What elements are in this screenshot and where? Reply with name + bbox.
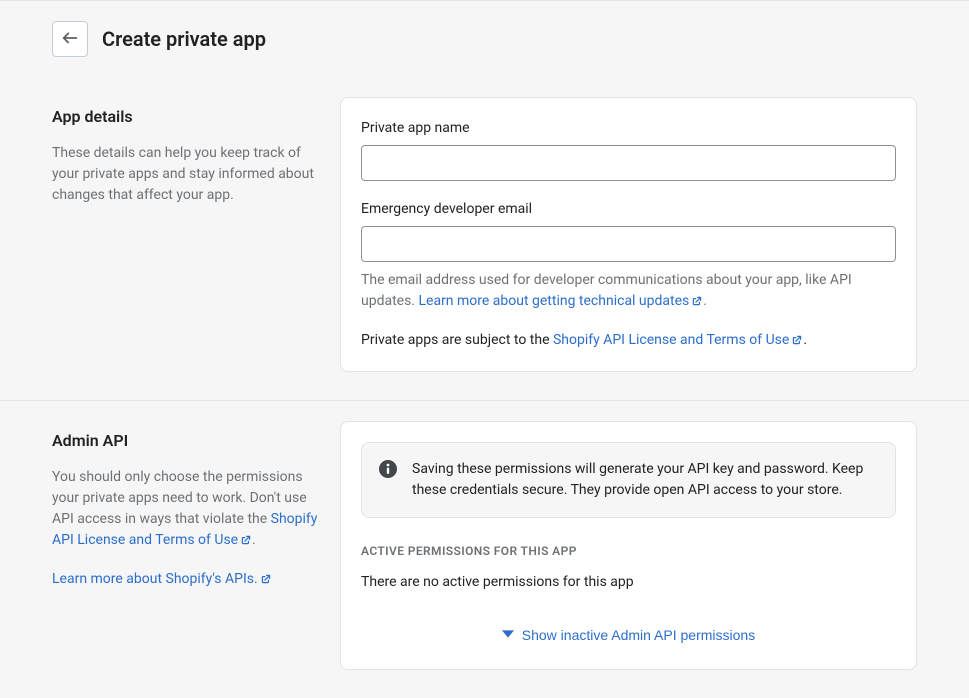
no-permissions-text: There are no active permissions for this…: [361, 572, 896, 593]
info-banner: Saving these permissions will generate y…: [361, 442, 896, 518]
label-developer-email: Emergency developer email: [361, 199, 896, 220]
section-description-app-details: These details can help you keep track of…: [52, 143, 320, 206]
card-admin-api: Saving these permissions will generate y…: [340, 421, 917, 670]
label-app-name: Private app name: [361, 118, 896, 139]
caret-down-icon: [502, 627, 514, 643]
active-permissions-heading: Active permissions for this app: [361, 542, 896, 560]
legal-link[interactable]: Shopify API License and Terms of Use: [553, 332, 803, 348]
external-link-icon: [240, 530, 252, 542]
learn-more-updates-link[interactable]: Learn more about getting technical updat…: [418, 293, 703, 309]
show-inactive-permissions-button[interactable]: Show inactive Admin API permissions: [361, 621, 896, 649]
section-heading-app-details: App details: [52, 105, 320, 129]
learn-more-apis-link[interactable]: Learn more about Shopify's APIs.: [52, 571, 272, 587]
external-link-icon: [691, 291, 703, 303]
section-heading-admin-api: Admin API: [52, 429, 320, 453]
info-icon: [378, 459, 398, 479]
app-name-input[interactable]: [361, 145, 896, 181]
external-link-icon: [791, 330, 803, 342]
email-help-text: The email address used for developer com…: [361, 270, 896, 312]
banner-text: Saving these permissions will generate y…: [412, 459, 879, 501]
page-title: Create private app: [102, 24, 266, 54]
arrow-left-icon: [61, 29, 79, 50]
back-button[interactable]: [52, 21, 88, 57]
card-app-details: Private app name Emergency developer ema…: [340, 97, 917, 372]
section-description-admin-api: You should only choose the permissions y…: [52, 467, 320, 551]
developer-email-input[interactable]: [361, 226, 896, 262]
legal-text: Private apps are subject to the Shopify …: [361, 330, 896, 351]
external-link-icon: [260, 569, 272, 581]
